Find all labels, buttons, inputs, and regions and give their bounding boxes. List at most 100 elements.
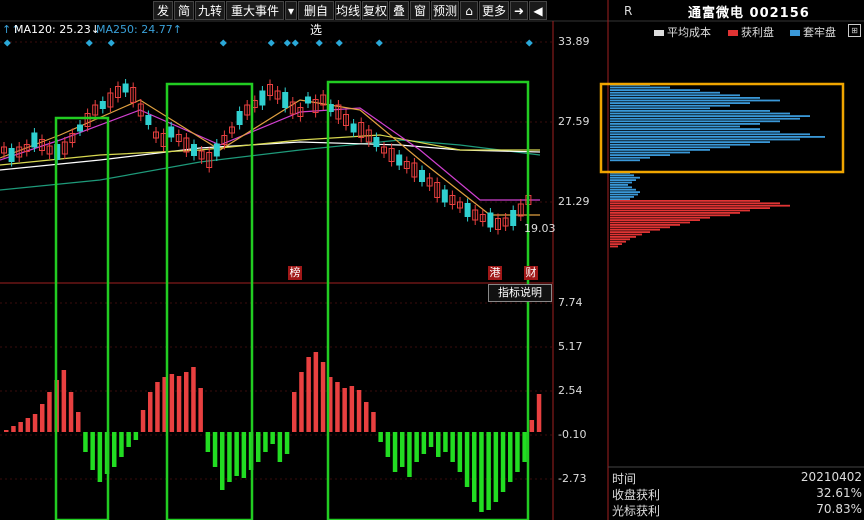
signal-diamond-2 <box>107 39 115 47</box>
indicator-bar-27 <box>198 388 203 432</box>
chip-bar-29 <box>610 159 640 162</box>
indicator-bar-41 <box>299 372 304 432</box>
signal-diamond-7 <box>315 39 323 47</box>
toolbar-button-5[interactable]: 删自选 <box>298 1 334 37</box>
chip-bar-42 <box>610 200 760 202</box>
toolbar-button-0[interactable]: 发 <box>153 1 173 20</box>
indicator-bar-54 <box>392 432 398 472</box>
indicator-bar-55 <box>400 432 405 467</box>
candle-body-16 <box>122 83 129 93</box>
toolbar-button-14[interactable]: ◀ <box>529 1 547 20</box>
indicator-bar-13 <box>97 432 103 482</box>
candle-body-31 <box>236 111 243 125</box>
signal-diamond-9 <box>375 39 383 47</box>
chip-bar-27 <box>610 154 670 156</box>
chip-bar-57 <box>610 236 636 238</box>
info-close-label: 收盘获利 <box>612 488 661 502</box>
indicator-bar-10 <box>76 412 81 432</box>
signal-diamond-8 <box>335 39 343 47</box>
indicator-bar-59 <box>428 432 434 447</box>
signal-diamond-4 <box>267 39 275 47</box>
ind-tick-4: -2.73 <box>558 472 587 485</box>
indicator-bar-33 <box>241 432 247 478</box>
info-close-value: 32.61% <box>816 486 862 500</box>
event-tag-bang[interactable]: 榜 <box>288 266 302 280</box>
chip-bar-26 <box>610 151 690 154</box>
chip-bar-39 <box>610 193 638 196</box>
chip-bar-11 <box>610 112 790 115</box>
indicator-bar-49 <box>356 390 362 432</box>
candle-body-1 <box>8 148 15 162</box>
toolbar-button-13[interactable]: ➜ <box>510 1 528 20</box>
toolbar-button-2[interactable]: 九转 <box>195 1 225 20</box>
signal-diamond-0 <box>3 39 11 47</box>
candle-body-34 <box>259 90 266 106</box>
event-tag-gang[interactable]: 港 <box>488 266 502 280</box>
candle-body-67 <box>510 210 517 226</box>
chip-bar-1 <box>610 86 670 89</box>
indicator-bar-42 <box>306 357 311 432</box>
candle-body-40 <box>305 96 311 104</box>
chip-bar-53 <box>610 226 670 229</box>
toolbar-button-7[interactable]: 复权 <box>362 1 388 20</box>
signal-diamond-1 <box>85 39 93 47</box>
indicator-bar-37 <box>270 432 275 444</box>
indicator-bar-24 <box>176 376 182 432</box>
indicator-bar-62 <box>450 432 455 462</box>
toolbar-button-9[interactable]: 窗 <box>410 1 430 20</box>
toolbar-button-1[interactable]: 简 <box>174 1 194 20</box>
stock-title: 通富微电 002156 <box>688 6 810 21</box>
toolbar-button-10[interactable]: 预测 <box>431 1 459 20</box>
indicator-bar-26 <box>191 367 196 432</box>
chip-bar-51 <box>610 221 690 224</box>
indicator-bar-39 <box>284 432 290 454</box>
indicator-bar-19 <box>140 410 146 432</box>
candle-body-61 <box>464 203 471 217</box>
legend-avg-text: 平均成本 <box>667 26 711 39</box>
low-price-marker: 19.03 <box>524 222 556 235</box>
signal-diamond-10 <box>525 39 533 47</box>
chip-bar-5 <box>610 97 760 99</box>
chip-bar-21 <box>610 138 800 141</box>
candle-body-49 <box>373 137 380 147</box>
toolbar-button-11[interactable]: ⌂ <box>460 1 478 20</box>
legend-trapped-text: 套牢盘 <box>803 26 836 39</box>
indicator-bar-65 <box>472 432 477 502</box>
chip-bar-45 <box>610 207 770 209</box>
toolbar-button-8[interactable]: 叠 <box>389 1 409 20</box>
toolbar-button-12[interactable]: 更多 <box>479 1 509 20</box>
chip-bar-40 <box>610 196 634 198</box>
indicator-bar-36 <box>263 432 268 452</box>
chip-bar-48 <box>610 214 730 217</box>
chip-bar-14 <box>610 120 780 123</box>
legend-swatch-trapped <box>790 30 800 36</box>
panel-toggle-icon[interactable]: ⊞ <box>848 24 861 37</box>
stock-chart[interactable] <box>0 0 864 520</box>
info-row-close-profit: 收盘获利 32.61% <box>612 486 862 503</box>
indicator-bar-38 <box>277 432 283 462</box>
signal-diamond-5 <box>283 39 291 47</box>
indicator-help-button[interactable]: 指标说明 <box>488 284 552 302</box>
chip-bar-31 <box>610 174 634 177</box>
signal-diamond-6 <box>291 39 299 47</box>
indicator-bar-46 <box>335 382 340 432</box>
indicator-bar-5 <box>40 404 45 432</box>
indicator-bar-68 <box>493 432 499 502</box>
ma-line-white <box>0 141 541 171</box>
chip-bar-52 <box>610 224 680 226</box>
toolbar-button-3[interactable]: 重大事件 <box>226 1 284 20</box>
toolbar-button-6[interactable]: 均线 <box>335 1 361 20</box>
indicator-bar-6 <box>47 392 52 432</box>
indicator-bar-51 <box>371 412 376 432</box>
indicator-bar-61 <box>443 432 448 452</box>
chip-bar-54 <box>610 228 660 231</box>
event-tag-cai[interactable]: 财 <box>524 266 538 280</box>
ind-tick-1: 5.17 <box>558 340 583 353</box>
indicator-bar-35 <box>256 432 261 462</box>
candle-body-52 <box>396 154 403 166</box>
toolbar-button-4[interactable]: ▾ <box>285 1 297 20</box>
indicator-bar-57 <box>414 432 419 462</box>
chip-bar-10 <box>610 110 770 112</box>
indicator-bar-0 <box>4 430 9 432</box>
chip-bar-38 <box>610 191 640 193</box>
